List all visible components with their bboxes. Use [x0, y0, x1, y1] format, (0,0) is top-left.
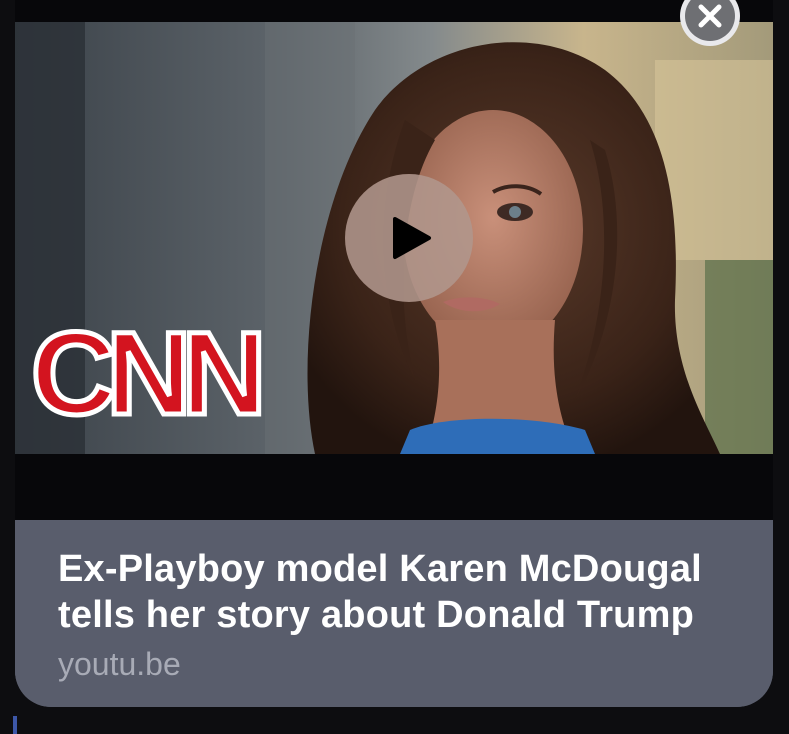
link-preview-caption[interactable]: Ex-Playboy model Karen McDougal tells he…: [15, 520, 773, 707]
video-thumbnail[interactable]: CNN: [15, 0, 773, 520]
close-button[interactable]: [680, 0, 740, 46]
play-button[interactable]: [345, 174, 473, 302]
link-title[interactable]: Ex-Playboy model Karen McDougal tells he…: [58, 546, 748, 638]
link-preview-card[interactable]: CNN Ex-Playboy model Karen McDougal tell…: [15, 0, 773, 707]
cnn-logo: CNN: [29, 306, 272, 443]
scroll-indicator: [13, 716, 17, 734]
svg-text:CNN: CNN: [31, 308, 259, 440]
link-domain: youtu.be: [58, 646, 181, 682]
close-icon: [698, 4, 722, 28]
play-icon: [393, 217, 431, 259]
